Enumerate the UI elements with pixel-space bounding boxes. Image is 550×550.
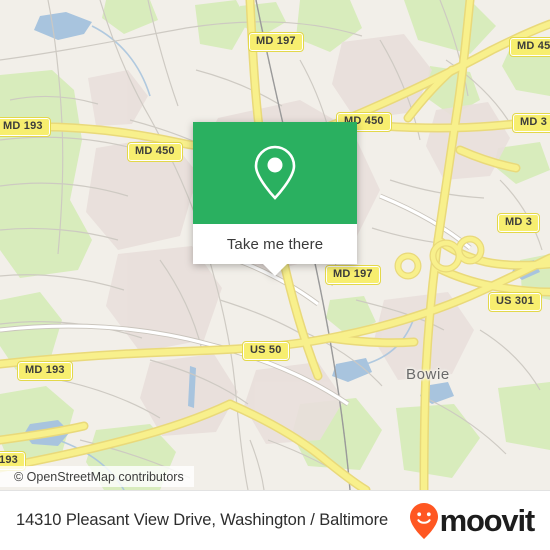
destination-popup-card[interactable]: Take me there bbox=[193, 122, 357, 276]
moovit-smiley-pin-icon bbox=[409, 502, 438, 539]
place-label-bowie: Bowie bbox=[406, 366, 450, 383]
moovit-map-screen: Bowie MD 197 MD 450 MD 193 MD 450 MD 3 M… bbox=[0, 0, 550, 550]
road-shield-md-193-left: MD 193 bbox=[0, 117, 51, 137]
moovit-brand[interactable]: moovit bbox=[409, 502, 536, 540]
road-shield-md-450-topright: MD 450 bbox=[509, 37, 550, 57]
moovit-wordmark: moovit bbox=[439, 503, 536, 538]
map-pin-icon bbox=[254, 145, 296, 200]
popup-action-row[interactable]: Take me there bbox=[193, 224, 357, 264]
map-canvas[interactable]: Bowie MD 197 MD 450 MD 193 MD 450 MD 3 M… bbox=[0, 0, 550, 490]
map-attribution[interactable]: © OpenStreetMap contributors bbox=[0, 466, 194, 487]
take-me-there-label: Take me there bbox=[226, 235, 324, 253]
road-shield-us-301: US 301 bbox=[488, 292, 542, 312]
address-label: 14310 Pleasant View Drive, Washington / … bbox=[16, 511, 389, 529]
popup-header bbox=[193, 122, 357, 224]
road-shield-md-450-west: MD 450 bbox=[127, 142, 183, 162]
popup-pointer bbox=[263, 264, 287, 276]
road-shield-md-3-east: MD 3 bbox=[496, 213, 541, 233]
road-shield-us-50: US 50 bbox=[242, 341, 290, 361]
road-shield-md-193-south: MD 193 bbox=[17, 361, 73, 381]
road-shield-md-3-right: MD 3 bbox=[511, 113, 550, 133]
road-shield-md-197-north: MD 197 bbox=[248, 32, 304, 52]
footer-bar: 14310 Pleasant View Drive, Washington / … bbox=[0, 490, 550, 550]
